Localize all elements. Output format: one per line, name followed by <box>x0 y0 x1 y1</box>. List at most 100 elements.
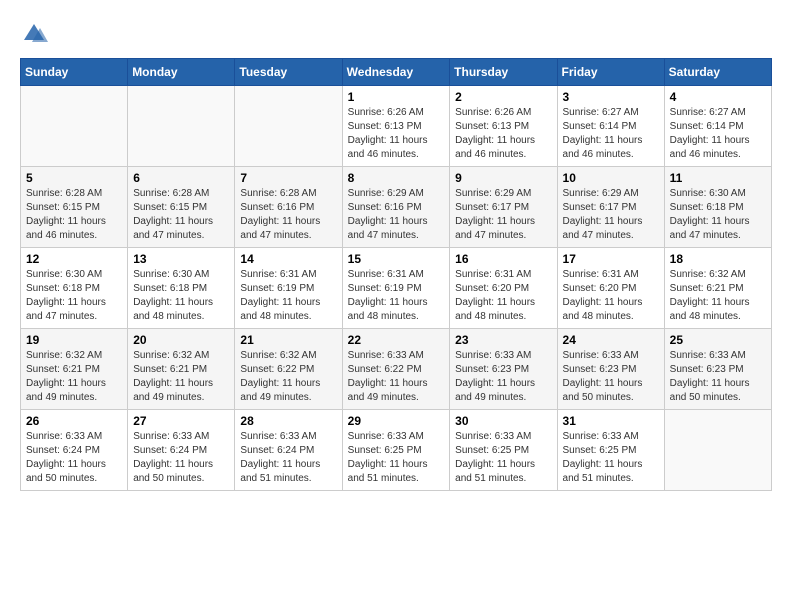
day-number: 27 <box>133 414 229 428</box>
day-number: 10 <box>563 171 659 185</box>
day-cell: 27 Sunrise: 6:33 AMSunset: 6:24 PMDayligh… <box>128 410 235 491</box>
day-cell <box>21 86 128 167</box>
day-cell: 21 Sunrise: 6:32 AMSunset: 6:22 PMDayligh… <box>235 329 342 410</box>
day-cell: 5 Sunrise: 6:28 AMSunset: 6:15 PMDaylight… <box>21 167 128 248</box>
day-number: 28 <box>240 414 336 428</box>
calendar-table: SundayMondayTuesdayWednesdayThursdayFrid… <box>20 58 772 491</box>
day-info: Sunrise: 6:31 AMSunset: 6:20 PMDaylight:… <box>563 268 659 324</box>
calendar-body: 1 Sunrise: 6:26 AMSunset: 6:13 PMDaylight… <box>21 86 772 491</box>
day-number: 16 <box>455 252 551 266</box>
day-info: Sunrise: 6:33 AMSunset: 6:24 PMDaylight:… <box>133 430 229 486</box>
day-number: 22 <box>348 333 445 347</box>
day-cell: 18 Sunrise: 6:32 AMSunset: 6:21 PMDayligh… <box>664 248 771 329</box>
day-number: 21 <box>240 333 336 347</box>
day-cell: 2 Sunrise: 6:26 AMSunset: 6:13 PMDaylight… <box>450 86 557 167</box>
day-cell: 10 Sunrise: 6:29 AMSunset: 6:17 PMDayligh… <box>557 167 664 248</box>
week-row-2: 5 Sunrise: 6:28 AMSunset: 6:15 PMDaylight… <box>21 167 772 248</box>
week-row-1: 1 Sunrise: 6:26 AMSunset: 6:13 PMDaylight… <box>21 86 772 167</box>
day-number: 20 <box>133 333 229 347</box>
weekday-wednesday: Wednesday <box>342 59 450 86</box>
day-cell <box>235 86 342 167</box>
day-number: 18 <box>670 252 766 266</box>
day-cell: 17 Sunrise: 6:31 AMSunset: 6:20 PMDayligh… <box>557 248 664 329</box>
day-info: Sunrise: 6:26 AMSunset: 6:13 PMDaylight:… <box>348 106 445 162</box>
day-number: 3 <box>563 90 659 104</box>
day-number: 4 <box>670 90 766 104</box>
day-cell: 7Sunrise: 6:28 AMSunset: 6:16 PMDaylight… <box>235 167 342 248</box>
day-cell: 31Sunrise: 6:33 AMSunset: 6:25 PMDayligh… <box>557 410 664 491</box>
day-cell: 22 Sunrise: 6:33 AMSunset: 6:22 PMDayligh… <box>342 329 450 410</box>
week-row-4: 19Sunrise: 6:32 AMSunset: 6:21 PMDayligh… <box>21 329 772 410</box>
day-info: Sunrise: 6:28 AMSunset: 6:15 PMDaylight:… <box>133 187 229 243</box>
day-info: Sunrise: 6:27 AMSunset: 6:14 PMDaylight:… <box>670 106 766 162</box>
day-cell: 13 Sunrise: 6:30 AMSunset: 6:18 PMDayligh… <box>128 248 235 329</box>
weekday-friday: Friday <box>557 59 664 86</box>
day-info: Sunrise: 6:29 AMSunset: 6:16 PMDaylight:… <box>348 187 445 243</box>
day-info: Sunrise: 6:26 AMSunset: 6:13 PMDaylight:… <box>455 106 551 162</box>
day-info: Sunrise: 6:29 AMSunset: 6:17 PMDaylight:… <box>455 187 551 243</box>
day-number: 30 <box>455 414 551 428</box>
logo <box>20 20 52 48</box>
week-row-5: 26 Sunrise: 6:33 AMSunset: 6:24 PMDayligh… <box>21 410 772 491</box>
day-info: Sunrise: 6:29 AMSunset: 6:17 PMDaylight:… <box>563 187 659 243</box>
day-cell: 9 Sunrise: 6:29 AMSunset: 6:17 PMDaylight… <box>450 167 557 248</box>
day-cell: 29 Sunrise: 6:33 AMSunset: 6:25 PMDayligh… <box>342 410 450 491</box>
day-info: Sunrise: 6:33 AMSunset: 6:24 PMDaylight:… <box>26 430 122 486</box>
day-number: 12 <box>26 252 122 266</box>
day-cell: 16 Sunrise: 6:31 AMSunset: 6:20 PMDayligh… <box>450 248 557 329</box>
day-info: Sunrise: 6:33 AMSunset: 6:23 PMDaylight:… <box>563 349 659 405</box>
logo-icon <box>20 20 48 48</box>
day-info: Sunrise: 6:33 AMSunset: 6:25 PMDaylight:… <box>348 430 445 486</box>
weekday-thursday: Thursday <box>450 59 557 86</box>
day-cell: 26 Sunrise: 6:33 AMSunset: 6:24 PMDayligh… <box>21 410 128 491</box>
day-number: 8 <box>348 171 445 185</box>
weekday-tuesday: Tuesday <box>235 59 342 86</box>
day-number: 2 <box>455 90 551 104</box>
day-number: 13 <box>133 252 229 266</box>
day-number: 29 <box>348 414 445 428</box>
day-cell: 23 Sunrise: 6:33 AMSunset: 6:23 PMDayligh… <box>450 329 557 410</box>
day-number: 24 <box>563 333 659 347</box>
day-number: 23 <box>455 333 551 347</box>
day-info: Sunrise: 6:32 AMSunset: 6:21 PMDaylight:… <box>26 349 122 405</box>
day-number: 1 <box>348 90 445 104</box>
day-info: Sunrise: 6:32 AMSunset: 6:22 PMDaylight:… <box>240 349 336 405</box>
page-header <box>20 20 772 48</box>
day-cell: 20 Sunrise: 6:32 AMSunset: 6:21 PMDayligh… <box>128 329 235 410</box>
day-info: Sunrise: 6:32 AMSunset: 6:21 PMDaylight:… <box>670 268 766 324</box>
day-cell: 6 Sunrise: 6:28 AMSunset: 6:15 PMDaylight… <box>128 167 235 248</box>
day-number: 15 <box>348 252 445 266</box>
day-info: Sunrise: 6:32 AMSunset: 6:21 PMDaylight:… <box>133 349 229 405</box>
day-info: Sunrise: 6:33 AMSunset: 6:22 PMDaylight:… <box>348 349 445 405</box>
day-cell: 3Sunrise: 6:27 AMSunset: 6:14 PMDaylight… <box>557 86 664 167</box>
weekday-header-row: SundayMondayTuesdayWednesdayThursdayFrid… <box>21 59 772 86</box>
day-number: 9 <box>455 171 551 185</box>
day-cell: 14 Sunrise: 6:31 AMSunset: 6:19 PMDayligh… <box>235 248 342 329</box>
day-info: Sunrise: 6:33 AMSunset: 6:24 PMDaylight:… <box>240 430 336 486</box>
day-cell: 25Sunrise: 6:33 AMSunset: 6:23 PMDayligh… <box>664 329 771 410</box>
day-info: Sunrise: 6:30 AMSunset: 6:18 PMDaylight:… <box>670 187 766 243</box>
day-number: 26 <box>26 414 122 428</box>
day-number: 5 <box>26 171 122 185</box>
day-info: Sunrise: 6:31 AMSunset: 6:19 PMDaylight:… <box>348 268 445 324</box>
day-info: Sunrise: 6:31 AMSunset: 6:20 PMDaylight:… <box>455 268 551 324</box>
day-number: 31 <box>563 414 659 428</box>
day-number: 25 <box>670 333 766 347</box>
day-cell: 1 Sunrise: 6:26 AMSunset: 6:13 PMDaylight… <box>342 86 450 167</box>
weekday-saturday: Saturday <box>664 59 771 86</box>
day-number: 6 <box>133 171 229 185</box>
day-number: 7 <box>240 171 336 185</box>
day-info: Sunrise: 6:30 AMSunset: 6:18 PMDaylight:… <box>133 268 229 324</box>
day-cell: 30Sunrise: 6:33 AMSunset: 6:25 PMDayligh… <box>450 410 557 491</box>
day-cell: 11Sunrise: 6:30 AMSunset: 6:18 PMDayligh… <box>664 167 771 248</box>
day-cell: 4 Sunrise: 6:27 AMSunset: 6:14 PMDaylight… <box>664 86 771 167</box>
day-info: Sunrise: 6:28 AMSunset: 6:15 PMDaylight:… <box>26 187 122 243</box>
day-number: 17 <box>563 252 659 266</box>
day-number: 14 <box>240 252 336 266</box>
week-row-3: 12 Sunrise: 6:30 AMSunset: 6:18 PMDayligh… <box>21 248 772 329</box>
day-cell <box>664 410 771 491</box>
day-info: Sunrise: 6:33 AMSunset: 6:23 PMDaylight:… <box>455 349 551 405</box>
day-cell: 15 Sunrise: 6:31 AMSunset: 6:19 PMDayligh… <box>342 248 450 329</box>
day-info: Sunrise: 6:31 AMSunset: 6:19 PMDaylight:… <box>240 268 336 324</box>
day-cell <box>128 86 235 167</box>
